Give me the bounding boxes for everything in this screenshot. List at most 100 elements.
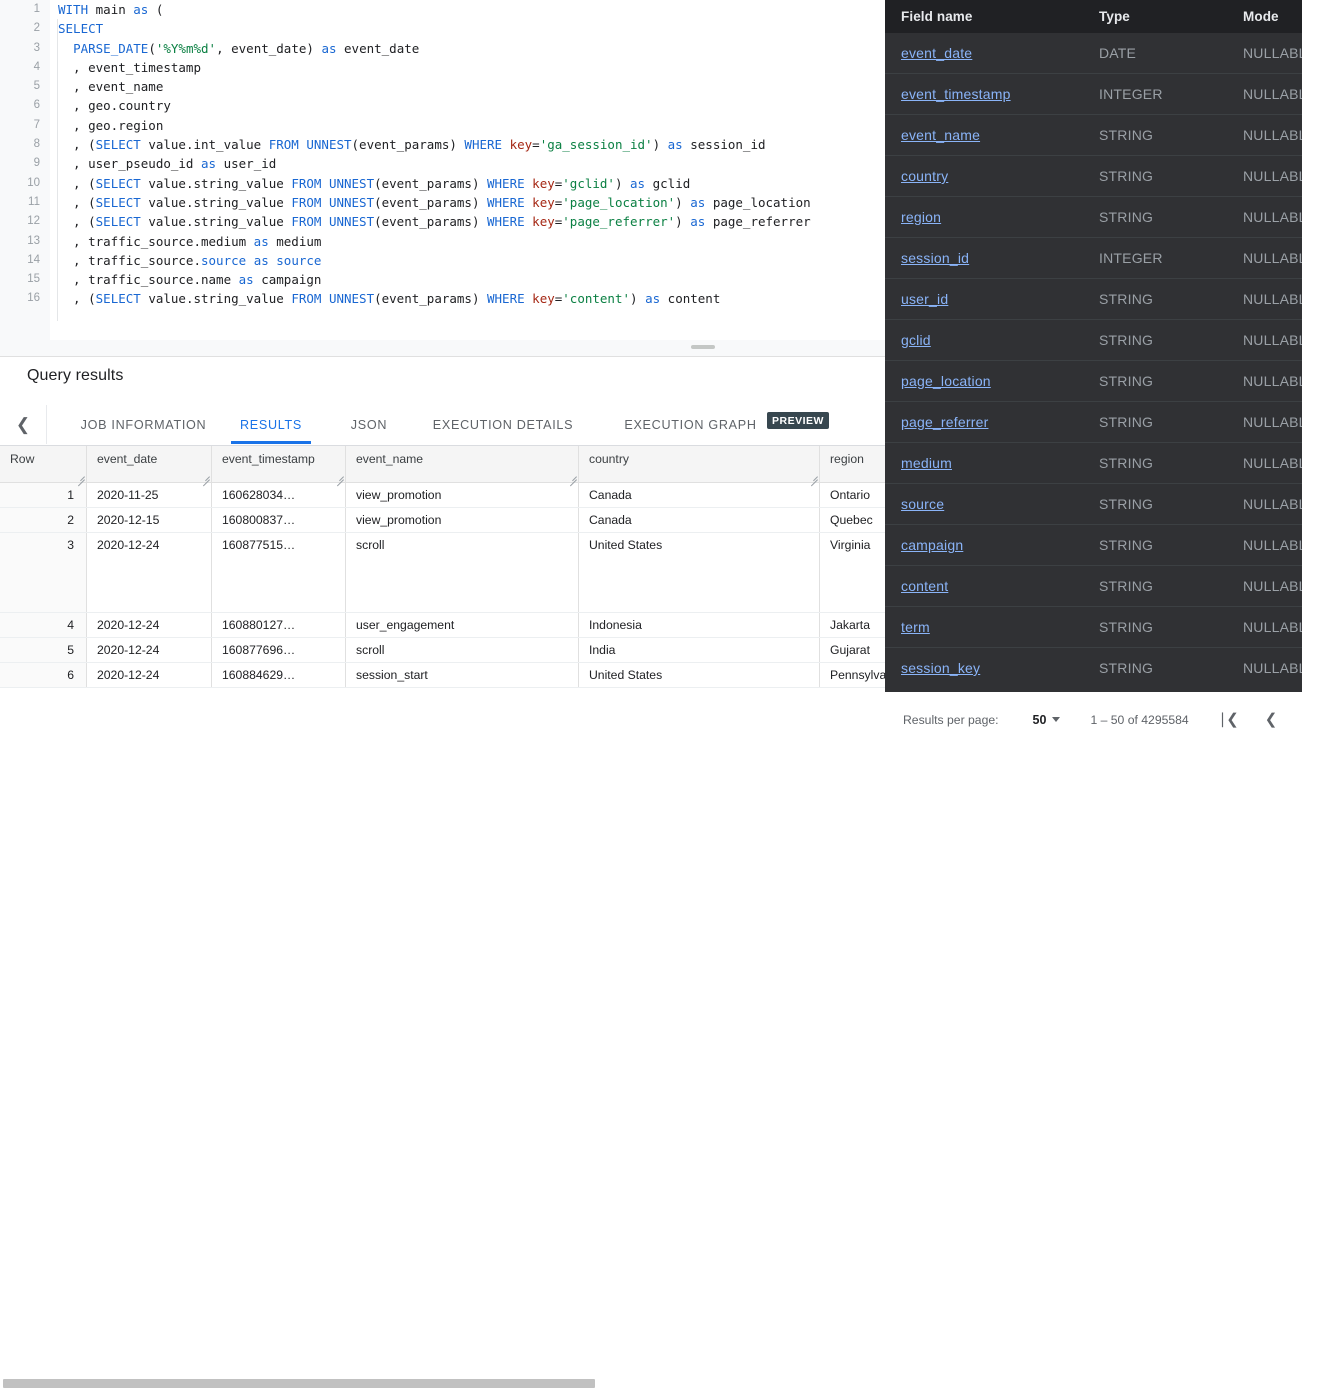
- table-row[interactable]: 5 2020-12-24 160877696… scroll India Gujarat: [0, 637, 1011, 663]
- table-cell-country: India: [578, 637, 820, 663]
- line-number: 7: [33, 118, 40, 131]
- results-per-page-value: 50: [1032, 712, 1047, 727]
- code-token: , event_name: [58, 79, 164, 95]
- code-line: 7 , geo.region: [0, 116, 885, 135]
- code-line: 1 WITH main as (: [0, 0, 885, 19]
- schema-field-link[interactable]: event_date: [901, 45, 972, 61]
- column-header-event_name[interactable]: event_name: [345, 446, 579, 483]
- column-resize-handle[interactable]: [336, 473, 344, 481]
- table-row[interactable]: 2 2020-12-15 160800837… view_promotion Canad…: [0, 507, 1011, 533]
- horizontal-scrollbar-thumb[interactable]: [3, 1379, 595, 1388]
- chevron-left-icon[interactable]: ❮: [0, 405, 47, 444]
- code-token: =: [532, 137, 540, 153]
- schema-field-name: campaign: [885, 524, 1083, 566]
- schema-field-link[interactable]: region: [901, 209, 941, 225]
- schema-field-link[interactable]: event_timestamp: [901, 86, 1011, 102]
- table-row[interactable]: 4 2020-12-24 160880127… user_engagement Indo…: [0, 612, 1011, 638]
- table-row[interactable]: 6 2020-12-24 160884629… session_start United…: [0, 662, 1011, 688]
- line-number: 3: [33, 41, 40, 54]
- code-token: event_date: [336, 40, 420, 56]
- schema-field-link[interactable]: term: [901, 619, 930, 635]
- tab-label: EXECUTION DETAILS: [432, 417, 574, 432]
- schema-field-name: session_key: [885, 647, 1083, 688]
- first-page-icon[interactable]: ∣❮: [1219, 712, 1239, 727]
- column-resize-handle[interactable]: [202, 473, 210, 481]
- column-resize-handle[interactable]: [810, 473, 818, 481]
- schema-field-name: medium: [885, 442, 1083, 484]
- tab-execution-graph[interactable]: EXECUTION GRAPH: [614, 405, 767, 444]
- schema-table: Field nameTypeMode event_date DATE NULLABL…: [885, 0, 1302, 688]
- column-header-label: event_name: [356, 452, 424, 466]
- tab-job-information[interactable]: JOB INFORMATION: [66, 405, 221, 444]
- schema-field-link[interactable]: country: [901, 168, 948, 184]
- chevron-left-icon[interactable]: ❮: [1265, 712, 1278, 727]
- status-badge: PREVIEW: [767, 412, 829, 429]
- results-table: Row event_date event_timestamp event_name co…: [0, 446, 1011, 688]
- schema-field-name: page_location: [885, 360, 1083, 402]
- table-cell-event_timestamp: 160877515…: [211, 532, 346, 613]
- schema-field-link[interactable]: content: [901, 578, 948, 594]
- column-header-row[interactable]: Row: [0, 446, 87, 483]
- column-header-label: region: [830, 452, 864, 466]
- code-token: SELECT: [95, 194, 141, 210]
- active-tab-indicator: [231, 441, 311, 444]
- column-resize-handle[interactable]: [569, 473, 577, 481]
- tab-json[interactable]: JSON: [340, 405, 398, 444]
- tab-results[interactable]: RESULTS: [231, 405, 311, 444]
- schema-field-mode: NULLABLE: [1227, 73, 1302, 115]
- table-cell-event_name: view_promotion: [345, 482, 579, 508]
- schema-field-link[interactable]: medium: [901, 455, 952, 471]
- panel-resize-handle[interactable]: [691, 345, 715, 349]
- code-token: , geo.country: [58, 98, 171, 114]
- table-cell-event_timestamp: 160800837…: [211, 507, 346, 533]
- code-token: key: [532, 194, 555, 210]
- table-cell-event_date: 2020-12-24: [86, 532, 212, 613]
- schema-field-link[interactable]: session_key: [901, 660, 980, 676]
- schema-field-name: event_date: [885, 33, 1083, 74]
- table-cell-event_name: view_promotion: [345, 507, 579, 533]
- column-resize-handle[interactable]: [77, 473, 85, 481]
- line-number: 14: [27, 253, 40, 266]
- code-token: source: [276, 252, 322, 268]
- schema-field-type: INTEGER: [1083, 73, 1227, 115]
- schema-field-link[interactable]: gclid: [901, 332, 931, 348]
- horizontal-scrollbar-track[interactable]: [0, 688, 885, 1388]
- sql-code[interactable]: 1 WITH main as (2 SELECT 3 PARSE_DATE('%Y%m…: [0, 0, 885, 340]
- code-token: FROM: [291, 214, 322, 230]
- schema-field-type: INTEGER: [1083, 237, 1227, 279]
- schema-field-mode: NULLABLE: [1227, 360, 1302, 402]
- code-token: SELECT: [58, 21, 104, 37]
- schema-field-link[interactable]: campaign: [901, 537, 963, 553]
- column-header-country[interactable]: country: [578, 446, 820, 483]
- pagination-bar: Results per page: 50 1 – 50 of 4295584 ∣…: [885, 700, 1319, 739]
- schema-header-field-name: Field name: [885, 0, 1083, 33]
- schema-field-type: STRING: [1083, 442, 1227, 484]
- code-token: as: [201, 156, 217, 172]
- table-row[interactable]: 3 2020-12-24 160877515… scroll United States…: [0, 532, 1011, 613]
- tab-label: JOB INFORMATION: [80, 417, 207, 432]
- column-header-event_timestamp[interactable]: event_timestamp: [211, 446, 346, 483]
- code-line: 3 PARSE_DATE('%Y%m%d', event_date) as ev…: [0, 39, 885, 58]
- schema-field-mode: NULLABLE: [1227, 524, 1302, 566]
- code-token: value.string_value: [140, 175, 292, 191]
- schema-field-link[interactable]: event_name: [901, 127, 980, 143]
- sql-editor[interactable]: 1 WITH main as (2 SELECT 3 PARSE_DATE('%Y%m…: [0, 0, 885, 340]
- table-cell-event_date: 2020-12-24: [86, 662, 212, 688]
- code-token: 'content': [562, 291, 631, 307]
- schema-field-link[interactable]: page_location: [901, 373, 991, 389]
- schema-field-name: session_id: [885, 237, 1083, 279]
- schema-field-link[interactable]: source: [901, 496, 944, 512]
- tab-execution-details[interactable]: EXECUTION DETAILS: [420, 405, 586, 444]
- schema-field-link[interactable]: user_id: [901, 291, 948, 307]
- table-row[interactable]: 1 2020-11-25 160628034… view_promotion Canad…: [0, 482, 1011, 508]
- schema-field-link[interactable]: page_referrer: [901, 414, 988, 430]
- results-per-page-select[interactable]: 50: [1033, 713, 1061, 727]
- column-header-event_date[interactable]: event_date: [86, 446, 212, 483]
- schema-field-type: STRING: [1083, 524, 1227, 566]
- schema-row: medium STRINGNULLABLE: [885, 442, 1302, 484]
- schema-field-link[interactable]: session_id: [901, 250, 969, 266]
- page-title: Query results: [27, 367, 124, 384]
- schema-field-mode: NULLABLE: [1243, 45, 1302, 61]
